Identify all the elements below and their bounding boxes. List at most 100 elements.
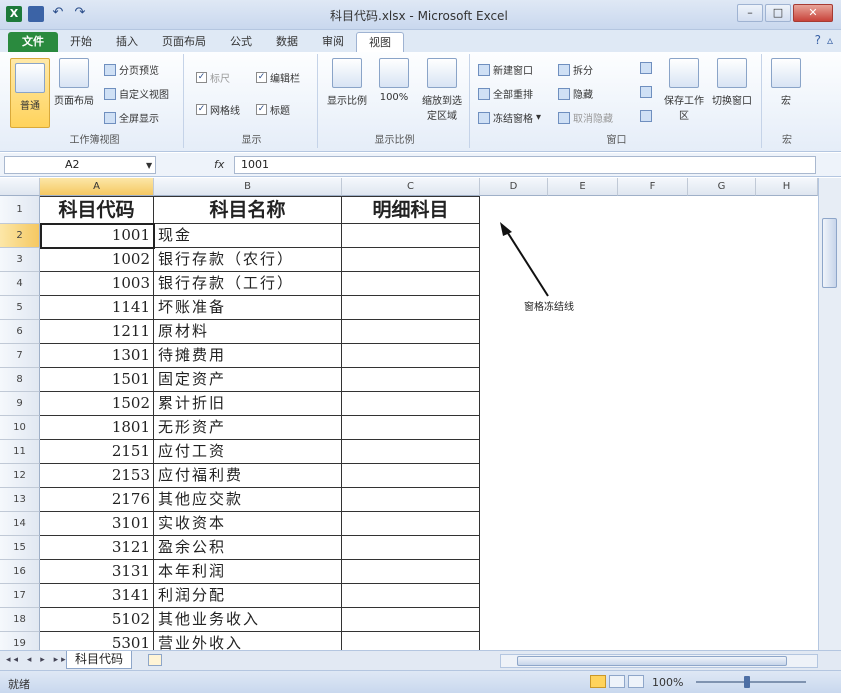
zoom-100-label: 100% (379, 92, 409, 103)
save-workspace-button[interactable]: 保存工作区 (664, 58, 704, 122)
window-controls: – □ ✕ (737, 4, 833, 22)
unhide-button[interactable]: 取消隐藏 (558, 110, 613, 125)
minimize-button[interactable]: – (737, 4, 763, 22)
zoom-slider-handle[interactable] (744, 676, 750, 688)
sheet-tab-active[interactable]: 科目代码 (66, 651, 133, 669)
custom-views-icon (104, 87, 116, 100)
group-label-views: 工作簿视图 (69, 135, 120, 146)
name-box[interactable]: A2 (4, 156, 156, 174)
new-window-button[interactable]: 新建窗口 (478, 62, 533, 77)
zoom-button[interactable]: 显示比例 (324, 58, 370, 107)
zoom-to-selection-button[interactable]: 缩放到选定区域 (418, 58, 466, 122)
window-title: 科目代码.xlsx - Microsoft Excel (330, 9, 508, 23)
macros-button[interactable]: 宏 (766, 58, 806, 107)
title-bar: X ↶ ↷ 科目代码.xlsx - Microsoft Excel – □ ✕ (0, 0, 841, 30)
page-layout-view-button[interactable]: 页面布局 (54, 58, 94, 107)
switch-windows-button[interactable]: 切换窗口 (708, 58, 756, 107)
split-button[interactable]: 拆分 (558, 62, 593, 77)
tab-file[interactable]: 文件 (8, 32, 58, 52)
page-break-preview-button[interactable]: 分页预览 (104, 62, 159, 77)
split-icon (558, 63, 570, 76)
horizontal-scrollbar[interactable] (500, 654, 818, 668)
hide-button[interactable]: 隐藏 (558, 86, 593, 101)
reset-window-button[interactable] (640, 110, 652, 122)
formula-bar-checkbox[interactable]: ✓ 编辑栏 (256, 70, 300, 85)
gridlines-checkbox[interactable]: ✓ 网格线 (196, 102, 240, 117)
side-by-side-icon (640, 62, 652, 74)
redo-icon[interactable]: ↷ (72, 6, 88, 22)
name-box-dropdown-icon[interactable]: ▼ (146, 161, 152, 170)
tab-home[interactable]: 开始 (58, 32, 104, 52)
undo-icon[interactable]: ↶ (50, 6, 66, 22)
tab-view[interactable]: 视图 (356, 32, 404, 52)
freeze-panes-label: 冻结窗格 (493, 114, 533, 125)
group-show: ✓ 标尺 ✓ 编辑栏 ✓ 网格线 ✓ 标题 显示 (186, 54, 318, 148)
tab-review[interactable]: 审阅 (310, 32, 356, 52)
switch-windows-icon (717, 58, 747, 88)
zoom-level[interactable]: 100% (652, 676, 683, 689)
quick-access-toolbar: X ↶ ↷ (6, 6, 88, 22)
page-break-icon (104, 63, 116, 76)
full-screen-label: 全屏显示 (119, 114, 159, 125)
new-window-label: 新建窗口 (493, 66, 533, 77)
group-label-window: 窗口 (606, 135, 627, 146)
close-button[interactable]: ✕ (793, 4, 833, 22)
page-break-shortcut-icon[interactable] (628, 675, 644, 688)
group-label-zoom: 显示比例 (374, 135, 415, 146)
status-ready: 就绪 (8, 678, 30, 691)
custom-views-button[interactable]: 自定义视图 (104, 86, 169, 101)
worksheet-grid: A B C D E F G H 1 科目代码 科目名称 明细科目 2 1001 … (0, 178, 818, 650)
group-macros: 宏 宏 (764, 54, 810, 148)
insert-function-icon[interactable]: fx (214, 158, 224, 171)
ruler-check-icon: ✓ (196, 72, 207, 83)
freeze-panes-button[interactable]: 冻结窗格 ▾ (478, 110, 541, 125)
zoom-label: 显示比例 (327, 96, 367, 107)
ruler-label: 标尺 (210, 74, 230, 85)
save-workspace-icon (669, 58, 699, 88)
sync-scroll-icon (640, 86, 652, 98)
freeze-panes-icon (478, 111, 490, 124)
view-side-by-side-button[interactable] (640, 62, 652, 74)
zoom-slider[interactable] (696, 681, 806, 683)
magnifier-icon (332, 58, 362, 88)
tab-formulas[interactable]: 公式 (218, 32, 264, 52)
insert-sheet-icon[interactable] (148, 654, 162, 666)
page-layout-label: 页面布局 (54, 96, 94, 107)
macros-icon (771, 58, 801, 88)
sync-scroll-button[interactable] (640, 86, 652, 98)
ribbon-minimize-icon[interactable]: ▵ (827, 33, 833, 47)
arrange-all-button[interactable]: 全部重排 (478, 86, 533, 101)
page-layout-shortcut-icon[interactable] (609, 675, 625, 688)
normal-view-shortcut-icon[interactable] (590, 675, 606, 688)
macros-label: 宏 (781, 96, 791, 107)
formula-input[interactable]: 1001 (234, 156, 816, 174)
full-screen-button[interactable]: 全屏显示 (104, 110, 159, 125)
horizontal-scroll-thumb[interactable] (517, 656, 787, 666)
reset-window-icon (640, 110, 652, 122)
save-icon[interactable] (28, 6, 44, 22)
group-window: 新建窗口 全部重排 冻结窗格 ▾ 拆分 隐藏 取消隐藏 保存工作区 切换窗口 窗… (472, 54, 762, 148)
page-layout-icon (59, 58, 89, 88)
zoom-100-icon (379, 58, 409, 88)
formula-bar-label: 编辑栏 (270, 74, 300, 85)
maximize-button[interactable]: □ (765, 4, 791, 22)
headings-label: 标题 (270, 106, 290, 117)
zoom-100-button[interactable]: 100% (374, 58, 414, 103)
vertical-scroll-thumb[interactable] (822, 218, 837, 288)
help-icon[interactable]: ? (815, 33, 821, 47)
ruler-checkbox[interactable]: ✓ 标尺 (196, 70, 230, 85)
full-screen-icon (104, 111, 116, 124)
headings-checkbox[interactable]: ✓ 标题 (256, 102, 290, 117)
normal-view-button[interactable]: 普通 (10, 58, 50, 128)
tab-page-layout[interactable]: 页面布局 (150, 32, 218, 52)
tab-data[interactable]: 数据 (264, 32, 310, 52)
vertical-scrollbar[interactable] (818, 178, 841, 650)
arrange-all-icon (478, 87, 490, 100)
sheet-nav-buttons[interactable]: ◂◂ ◂ ▸ ▸▸ (6, 655, 69, 665)
ribbon: 普通 页面布局 分页预览 自定义视图 全屏显示 工作簿视图 ✓ 标尺 ✓ 编辑栏 (0, 52, 841, 152)
normal-view-label: 普通 (20, 101, 40, 112)
split-label: 拆分 (573, 66, 593, 77)
annotation-note: 窗格冻结线 (524, 302, 574, 313)
chevron-down-icon: ▾ (536, 112, 542, 123)
tab-insert[interactable]: 插入 (104, 32, 150, 52)
